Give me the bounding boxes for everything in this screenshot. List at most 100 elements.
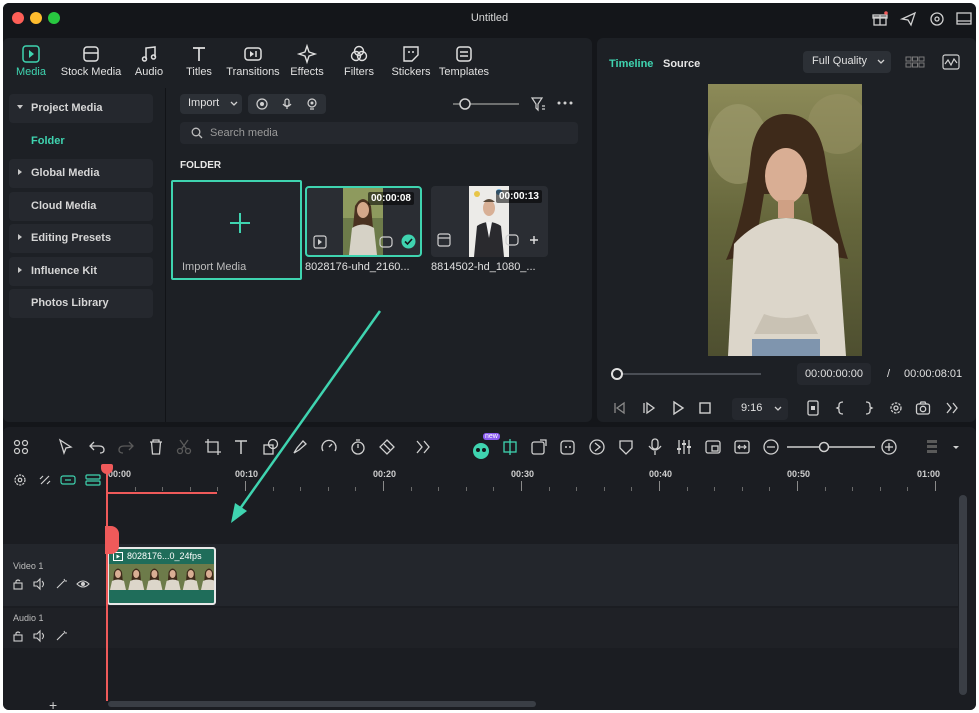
more-tools-chevron-icon[interactable]	[414, 438, 432, 456]
snapshot-frame-icon[interactable]	[805, 400, 821, 416]
mark-in-icon[interactable]	[833, 400, 849, 416]
scissors-icon[interactable]	[175, 438, 193, 456]
face-edit-icon[interactable]	[559, 438, 577, 456]
speaker-icon[interactable]	[32, 629, 46, 643]
zoom-out-icon[interactable]	[762, 438, 780, 456]
unlink-icon[interactable]	[38, 473, 52, 487]
color-tool-icon[interactable]	[291, 438, 309, 456]
select-pointer-icon[interactable]	[57, 438, 75, 456]
redo-icon[interactable]	[117, 438, 135, 456]
speed-icon[interactable]	[320, 438, 338, 456]
lock-icon[interactable]	[12, 630, 24, 642]
sidebar-item-global-media[interactable]: Global Media	[9, 159, 153, 188]
scene-detect-icon[interactable]	[530, 438, 548, 456]
track-height-icon[interactable]	[923, 438, 941, 456]
undo-icon[interactable]	[88, 438, 106, 456]
thumbnail-size-slider[interactable]	[453, 98, 519, 110]
tab-stickers[interactable]: Stickers	[389, 44, 433, 78]
fit-width-icon[interactable]	[733, 438, 751, 456]
sidebar-item-folder[interactable]: Folder	[9, 127, 153, 156]
microphone-icon[interactable]	[281, 98, 293, 110]
layout-icon[interactable]	[955, 10, 973, 28]
playhead[interactable]	[106, 465, 108, 701]
keyframe-icon[interactable]	[378, 438, 396, 456]
tab-effects[interactable]: Effects	[289, 43, 325, 78]
send-icon[interactable]	[899, 10, 918, 28]
mark-out-icon[interactable]	[860, 400, 876, 416]
previous-frame-icon[interactable]	[611, 400, 627, 416]
tab-templates[interactable]: Templates	[437, 44, 491, 78]
media-clip-2[interactable]: 00:00:13	[431, 186, 548, 257]
gift-icon[interactable]	[871, 10, 889, 28]
magic-wand-icon[interactable]	[55, 630, 67, 642]
speaker-icon[interactable]	[32, 577, 46, 591]
magnetic-track-icon[interactable]	[85, 473, 101, 487]
preview-video[interactable]	[708, 84, 862, 356]
magic-wand-icon[interactable]	[55, 578, 67, 590]
add-to-timeline-icon[interactable]	[527, 233, 541, 247]
sidebar-item-editing-presets[interactable]: Editing Presets	[9, 224, 153, 253]
tab-media[interactable]: Media	[13, 44, 49, 78]
crop-icon[interactable]	[204, 438, 222, 456]
text-tool-icon[interactable]	[233, 438, 251, 456]
camera-snapshot-icon[interactable]	[915, 400, 931, 416]
play-icon[interactable]	[670, 400, 686, 416]
import-media-card[interactable]: Import Media	[171, 180, 302, 280]
filter-funnel-icon[interactable]	[530, 96, 546, 112]
timeline-vertical-scrollbar[interactable]	[959, 495, 967, 695]
sidebar-item-project-media[interactable]: Project Media	[9, 94, 153, 123]
lock-icon[interactable]	[12, 578, 24, 590]
delete-icon[interactable]	[147, 438, 165, 456]
current-timecode[interactable]: 00:00:00:00	[797, 363, 871, 385]
stop-icon[interactable]	[697, 400, 713, 416]
grid-view-icon[interactable]	[905, 54, 925, 70]
ai-frame-icon[interactable]	[501, 438, 519, 456]
aspect-ratio-dropdown[interactable]: 9:16	[732, 398, 788, 420]
media-clip-1[interactable]: 00:00:08	[305, 186, 422, 257]
tab-transitions[interactable]: Transitions	[225, 44, 281, 78]
layout-grid-icon[interactable]	[12, 438, 30, 456]
sidebar-item-influence-kit[interactable]: Influence Kit	[9, 257, 153, 286]
tab-titles[interactable]: Titles	[183, 44, 215, 78]
timeline-zoom-slider[interactable]	[787, 441, 875, 453]
tab-audio[interactable]: Audio	[131, 44, 167, 78]
timeline-video-clip[interactable]: 8028176...0_24fps	[107, 547, 216, 605]
more-options-icon[interactable]	[557, 100, 573, 106]
webcam-icon[interactable]	[306, 98, 318, 110]
tab-source-preview[interactable]: Source	[663, 58, 700, 70]
preview-scrubber-handle[interactable]	[611, 368, 623, 380]
chevron-down-icon[interactable]	[947, 438, 965, 456]
tab-stock-media[interactable]: Stock Media	[59, 44, 123, 78]
zoom-in-icon[interactable]	[880, 438, 898, 456]
import-dropdown[interactable]: Import	[180, 94, 242, 114]
record-screen-icon[interactable]	[256, 98, 268, 110]
tab-filters[interactable]: Filters	[341, 44, 377, 78]
caret-down-icon	[17, 105, 23, 109]
timer-icon[interactable]	[349, 438, 367, 456]
ai-mascot-icon[interactable]	[471, 440, 491, 460]
playhead-drag-handle[interactable]	[105, 526, 119, 554]
auto-sync-icon[interactable]	[588, 438, 606, 456]
tab-timeline-preview[interactable]: Timeline	[609, 58, 653, 70]
waveform-view-icon[interactable]	[942, 54, 960, 70]
settings-gear-icon[interactable]	[888, 400, 904, 416]
support-icon[interactable]	[928, 10, 946, 28]
mask-shield-icon[interactable]	[617, 438, 635, 456]
sidebar-item-photos-library[interactable]: Photos Library	[9, 289, 153, 318]
sidebar-item-cloud-media[interactable]: Cloud Media	[9, 192, 153, 221]
add-track-button[interactable]: +	[49, 697, 57, 710]
timeline-ruler[interactable]: 00:00 00:10 00:20 00:30 00:40 00:50 01:00	[107, 463, 962, 495]
quality-dropdown[interactable]: Full Quality	[803, 51, 891, 73]
eye-icon[interactable]	[76, 578, 90, 590]
search-input[interactable]	[210, 125, 560, 141]
audio-mixer-icon[interactable]	[675, 438, 693, 456]
link-clips-icon[interactable]	[60, 473, 76, 487]
timeline-horizontal-scrollbar[interactable]	[108, 701, 536, 707]
more-controls-chevron-icon[interactable]	[944, 400, 960, 416]
shape-tool-icon[interactable]	[262, 438, 280, 456]
preview-scrubber-track[interactable]	[617, 373, 761, 375]
pip-icon[interactable]	[704, 438, 722, 456]
track-settings-icon[interactable]	[13, 473, 27, 487]
voiceover-mic-icon[interactable]	[646, 438, 664, 456]
next-frame-icon[interactable]	[641, 400, 657, 416]
